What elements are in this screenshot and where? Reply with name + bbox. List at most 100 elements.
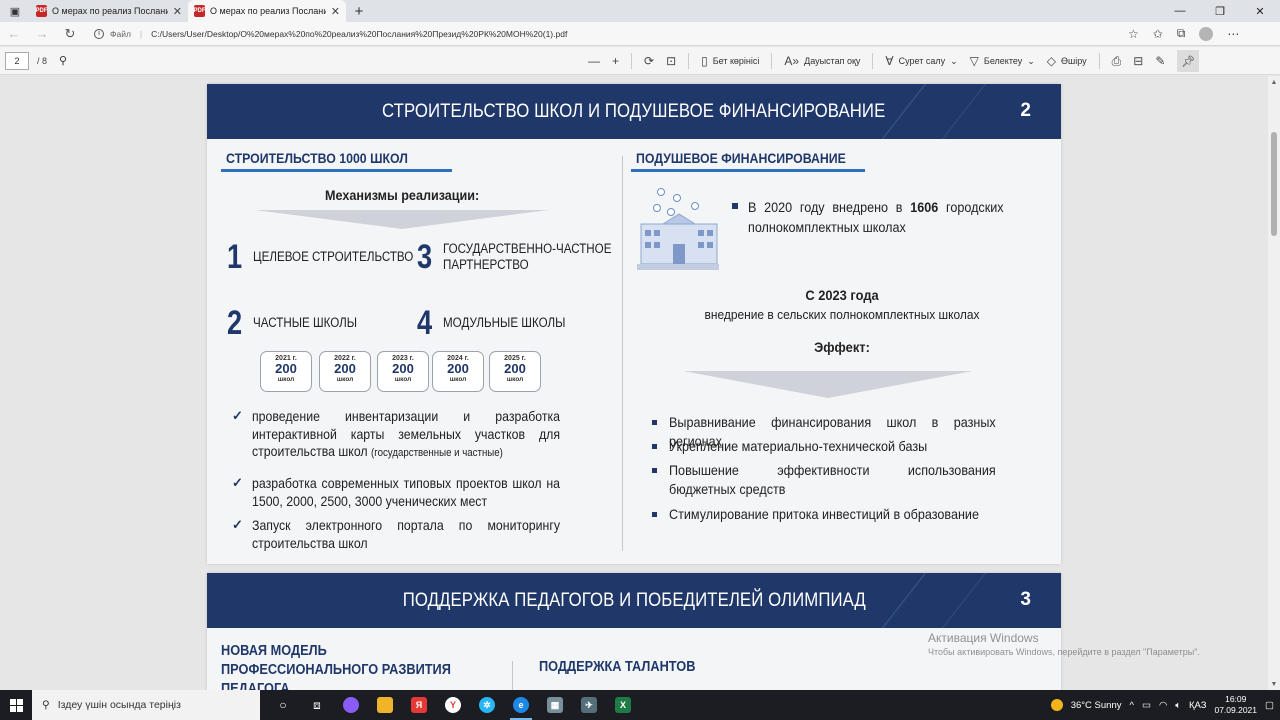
network-icon[interactable]: ▭: [1142, 700, 1151, 711]
yandex-icon: Я: [411, 697, 427, 713]
notifications-icon[interactable]: ▢: [1265, 700, 1274, 711]
section-title-line: ПЕДАГОГА: [221, 681, 290, 690]
browser-tab[interactable]: PDF О мерах по реализ Послания П ✕: [30, 0, 188, 22]
mechanism-label: ЧАСТНЫЕ ШКОЛЫ: [252, 315, 357, 330]
mechanism-item: 2 ЧАСТНЫЕ ШКОЛЫ: [227, 306, 374, 340]
draw-icon: ∀: [885, 54, 894, 68]
section-title-line: НОВАЯ МОДЕЛЬ: [221, 643, 327, 659]
year-box: 2025 г. 200 школ: [489, 351, 541, 392]
system-tray: 36°C Sunny ^ ▭ ◠ 🔈︎ ҚАЗ 16:09 07.09.2021…: [1050, 690, 1280, 720]
search-icon: ⚲: [42, 699, 50, 711]
pdf-viewer[interactable]: СТРОИТЕЛЬСТВО ШКОЛ И ПОДУШЕВОЕ ФИНАНСИРО…: [0, 76, 1268, 690]
weather-text[interactable]: 36°C Sunny: [1071, 700, 1122, 711]
edge-icon: e: [513, 697, 529, 713]
save-as-icon[interactable]: ✎: [1155, 54, 1165, 68]
windows-activation-watermark: Активация Windows Чтобы активировать Win…: [928, 631, 1200, 657]
pdf-icon: PDF: [36, 5, 48, 17]
start-button[interactable]: [0, 690, 32, 720]
cortana-icon[interactable]: ○: [266, 690, 300, 720]
taskbar-app[interactable]: [334, 690, 368, 720]
taskbar-app[interactable]: ✈: [572, 690, 606, 720]
section-title-funding: ПОДУШЕВОЕ ФИНАНСИРОВАНИЕ: [636, 150, 846, 166]
url-field[interactable]: i Файл | C:/Users/User/Desktop/О%20мерах…: [90, 24, 1120, 44]
more-menu-icon[interactable]: ⋯: [1227, 27, 1239, 41]
bullet-square: [652, 420, 657, 425]
favorites-list-icon[interactable]: ✩: [1153, 27, 1163, 41]
taskbar-app[interactable]: X: [606, 690, 640, 720]
language-indicator[interactable]: ҚАЗ: [1189, 700, 1207, 711]
scroll-down-arrow-icon[interactable]: ▼: [1268, 678, 1280, 690]
read-aloud-button[interactable]: A» Дауыстап оқу: [784, 54, 860, 68]
yandex-browser-icon: Y: [445, 697, 461, 713]
taskbar-app[interactable]: ✲: [470, 690, 504, 720]
tab-close-button[interactable]: ✕: [173, 5, 182, 18]
favorite-star-icon[interactable]: ☆: [1128, 27, 1139, 41]
school-building-icon: [637, 188, 719, 270]
erase-button[interactable]: ◇ Өшіру: [1047, 54, 1087, 68]
new-tab-button[interactable]: +: [346, 3, 372, 20]
read-aloud-label: Дауыстап оқу: [804, 56, 861, 66]
info-icon[interactable]: i: [94, 28, 104, 39]
slide-number: 2: [1020, 100, 1031, 121]
scroll-thumb[interactable]: [1271, 132, 1277, 236]
page-number-input[interactable]: 2: [5, 51, 29, 70]
url-text: C:/Users/User/Desktop/О%20мерах%20по%20р…: [151, 28, 568, 39]
taskbar-search-input[interactable]: ⚲ Іздеу үшін осында теріңіз: [32, 690, 260, 720]
draw-button[interactable]: ∀ Сурет салу ⌄: [885, 54, 957, 68]
since-title: С 2023 года: [805, 287, 879, 303]
maximize-button[interactable]: ❐: [1200, 0, 1240, 22]
highlight-button[interactable]: ▽ Белектеу ⌄: [970, 54, 1035, 68]
slide-number: 3: [1020, 589, 1031, 610]
year-box: 2022 г. 200 школ: [319, 351, 371, 392]
page-view-button[interactable]: ▯ Бет көрінісі: [701, 54, 759, 68]
fit-page-icon[interactable]: ⊡: [666, 54, 676, 68]
chevron-up-icon[interactable]: ^: [1130, 700, 1134, 711]
checklist-item: ✓ Запуск электронного портала по монитор…: [232, 517, 602, 552]
taskbar-app[interactable]: [368, 690, 402, 720]
back-button[interactable]: ←: [0, 26, 28, 41]
zoom-in-button[interactable]: +: [612, 54, 619, 68]
tab-actions-button[interactable]: ▣: [0, 0, 30, 22]
effect-item: Стимулирование притока инвестиций в обра…: [652, 505, 1032, 524]
effect-text: Повышение эффективности использования бю…: [669, 462, 996, 497]
scroll-up-arrow-icon[interactable]: ▲: [1268, 76, 1280, 88]
print-icon[interactable]: ⎙: [1112, 54, 1122, 69]
mechanisms-title: Механизмы реализации:: [325, 187, 480, 203]
mechanism-number: 4: [417, 304, 433, 342]
forward-button[interactable]: →: [28, 26, 56, 41]
pin-toolbar-button[interactable]: 📌︎: [1177, 50, 1200, 72]
minimize-button[interactable]: —: [1160, 0, 1200, 22]
divider: [872, 53, 874, 69]
year-value: 200: [334, 361, 356, 376]
pdf-tools: — + ⟳ ⊡ ▯ Бет көрінісі A» Дауыстап оқу ∀ Су…: [588, 47, 1200, 75]
chevron-down-icon[interactable]: ⌄: [1027, 56, 1035, 67]
tab-close-button[interactable]: ✕: [331, 5, 340, 18]
taskbar-app[interactable]: Y: [436, 690, 470, 720]
avatar[interactable]: [1199, 26, 1214, 41]
rotate-icon[interactable]: ⟳: [644, 54, 654, 68]
search-icon[interactable]: ⚲: [59, 54, 67, 67]
section-title-line: ПРОФЕССИОНАЛЬНОГО РАЗВИТИЯ: [221, 662, 451, 678]
taskbar-app-edge[interactable]: e: [504, 690, 538, 720]
address-bar: ← → ↻ i Файл | C:/Users/User/Desktop/О%2…: [0, 22, 1280, 46]
wifi-icon[interactable]: ◠: [1159, 700, 1167, 711]
refresh-button[interactable]: ↻: [56, 26, 84, 42]
zoom-out-button[interactable]: —: [588, 54, 600, 68]
browser-tab-active[interactable]: PDF О мерах по реализ Послания П ✕: [188, 0, 346, 22]
taskbar-app[interactable]: Я: [402, 690, 436, 720]
mechanism-item: 1 ЦЕЛЕВОЕ СТРОИТЕЛЬСТВО: [227, 240, 439, 274]
clock[interactable]: 16:09 07.09.2021: [1214, 694, 1257, 716]
save-icon[interactable]: ⊟: [1133, 54, 1143, 68]
collections-icon[interactable]: ⧉: [1177, 26, 1186, 41]
taskbar-app[interactable]: ▦: [538, 690, 572, 720]
divider: [771, 53, 773, 69]
page-total: / 8: [37, 55, 48, 66]
close-window-button[interactable]: ✕: [1240, 0, 1280, 22]
chevron-down-icon[interactable]: ⌄: [950, 56, 958, 67]
section-title-teacher-model: НОВАЯ МОДЕЛЬ ПРОФЕССИОНАЛЬНОГО РАЗВИТИЯ …: [221, 642, 451, 690]
task-view-icon[interactable]: ⧈: [300, 690, 334, 720]
read-aloud-icon: A»: [784, 54, 800, 68]
vertical-scrollbar[interactable]: ▲ ▼: [1268, 76, 1280, 690]
volume-icon[interactable]: 🔈︎: [1175, 700, 1181, 711]
section-underline: [221, 169, 452, 172]
